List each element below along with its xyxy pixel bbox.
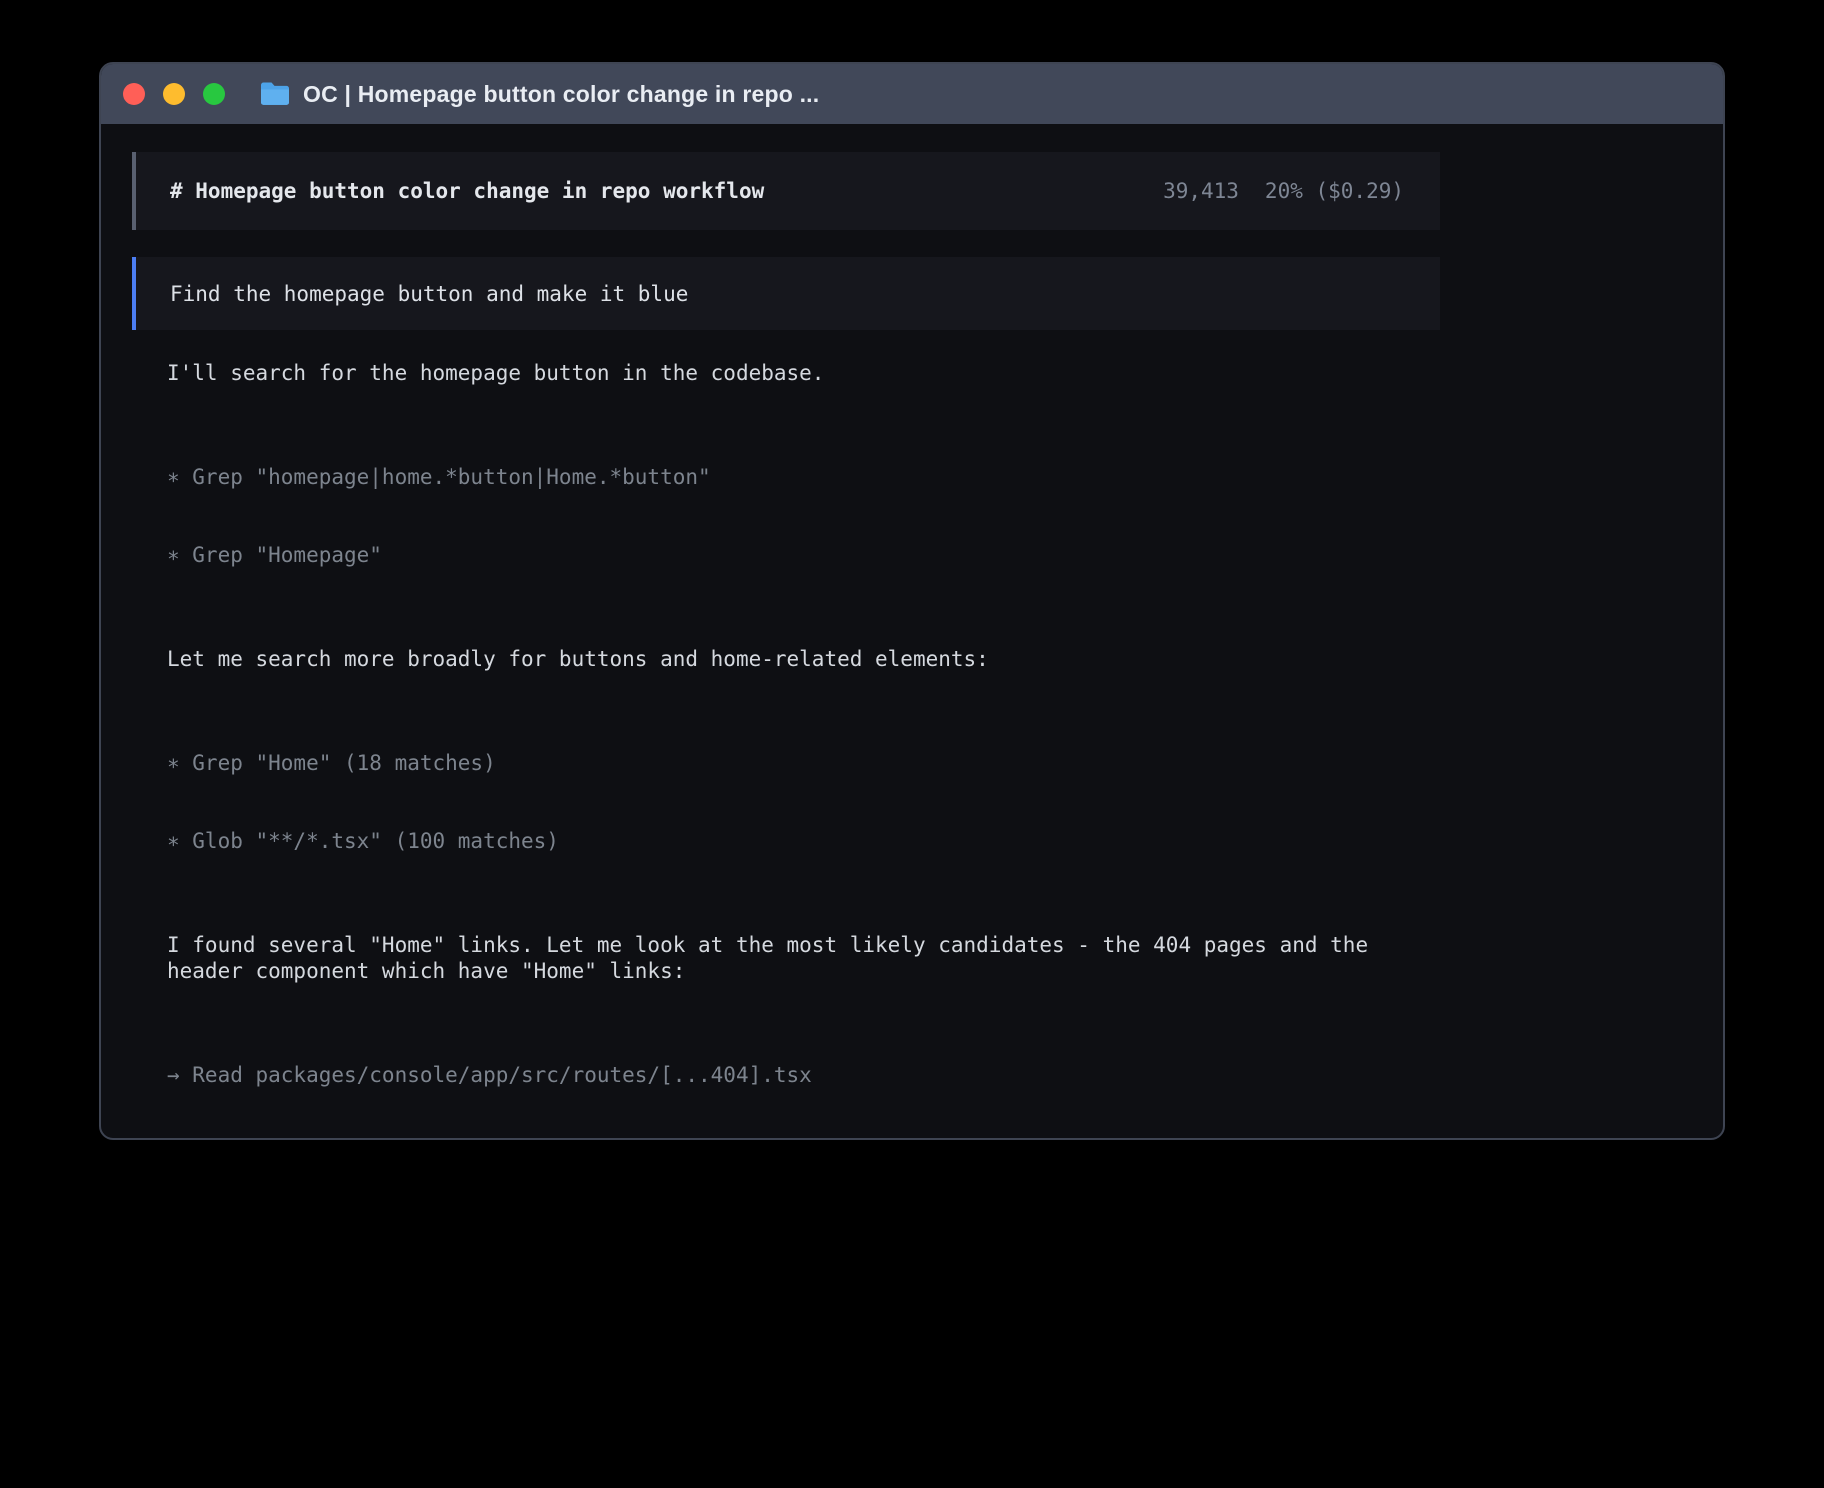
assistant-message: I found several "Home" links. Let me loo…: [167, 932, 1440, 984]
tool-call-read: → Read packages/console/app/src/routes/[…: [167, 1062, 1440, 1088]
tool-call-group: ∗ Grep "Home" (18 matches) ∗ Glob "**/*.…: [167, 698, 1440, 906]
zoom-button[interactable]: [203, 83, 225, 105]
folder-icon: [259, 81, 291, 107]
session-stats: 39,413 20% ($0.29): [1163, 179, 1404, 203]
user-message-text: Find the homepage button and make it blu…: [170, 282, 688, 306]
session-header: # Homepage button color change in repo w…: [132, 152, 1440, 230]
user-message: Find the homepage button and make it blu…: [132, 257, 1440, 330]
token-count: 39,413: [1163, 179, 1239, 203]
assistant-message: Let me search more broadly for buttons a…: [167, 646, 1440, 672]
titlebar: OC | Homepage button color change in rep…: [101, 64, 1723, 124]
window-title: OC | Homepage button color change in rep…: [303, 81, 819, 108]
context-usage: 20% ($0.29): [1265, 179, 1404, 203]
terminal-window: OC | Homepage button color change in rep…: [99, 62, 1725, 1140]
minimize-button[interactable]: [163, 83, 185, 105]
tool-call-glob: ∗ Glob "**/*.tsx" (100 matches): [167, 828, 1440, 854]
tool-call-group: → Read packages/console/app/src/routes/[…: [167, 1010, 1440, 1140]
transcript: I'll search for the homepage button in t…: [167, 360, 1440, 1140]
tool-call-grep: ∗ Grep "Home" (18 matches): [167, 750, 1440, 776]
tool-call-group: ∗ Grep "homepage|home.*button|Home.*butt…: [167, 412, 1440, 620]
assistant-message: I'll search for the homepage button in t…: [167, 360, 1440, 386]
session-title: # Homepage button color change in repo w…: [170, 179, 764, 203]
tool-call-grep: ∗ Grep "Homepage": [167, 542, 1440, 568]
tool-call-grep: ∗ Grep "homepage|home.*button|Home.*butt…: [167, 464, 1440, 490]
close-button[interactable]: [123, 83, 145, 105]
